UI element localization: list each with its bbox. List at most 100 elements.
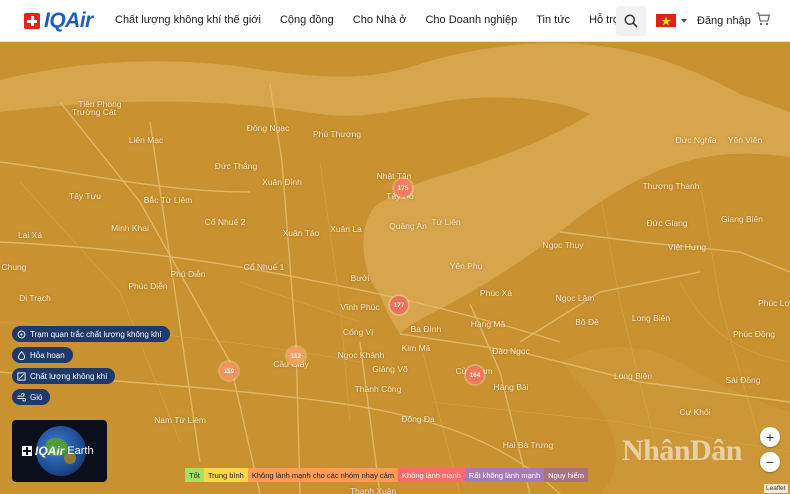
place-label: Cự Khối bbox=[679, 407, 711, 417]
place-label: Thanh Xuân bbox=[349, 486, 397, 494]
zoom-out-button[interactable]: − bbox=[760, 452, 780, 472]
place-label: Long Biên bbox=[631, 313, 671, 323]
place-label: Thành Công bbox=[354, 384, 402, 394]
wind-icon bbox=[17, 392, 26, 402]
legend-item: Nguy hiểm bbox=[544, 468, 588, 482]
place-label: Nam Từ Liêm bbox=[154, 415, 206, 425]
place-label: Xuân Đỉnh bbox=[262, 177, 302, 187]
place-label: Liên Mạc bbox=[128, 135, 164, 145]
place-label: Sài Đồng bbox=[725, 375, 761, 385]
legend-item: Không lành mạnh cho các nhóm nhạy cảm bbox=[247, 468, 399, 482]
place-label: Xuân Tảo bbox=[282, 228, 320, 238]
place-label: Ngọc Thụy bbox=[542, 240, 584, 250]
top-navigation-bar: IQAir Chất lượng không khí thế giới Cộng… bbox=[0, 0, 790, 42]
place-label: Yên Viên bbox=[727, 135, 763, 145]
aqi-station-marker[interactable]: 164 bbox=[466, 366, 484, 384]
place-label: Cổ Nhuế 1 bbox=[243, 262, 285, 272]
air-quality-toggle-label: Chất lượng không khí bbox=[30, 371, 108, 381]
air-quality-icon bbox=[17, 371, 26, 381]
place-label: Đức Giang bbox=[646, 218, 688, 228]
logo-text: IQAir bbox=[44, 9, 93, 32]
wind-toggle-button[interactable]: Gió bbox=[12, 389, 51, 405]
place-label: Quảng An bbox=[389, 221, 427, 231]
place-label: Cổ Nhuế 2 bbox=[204, 217, 246, 227]
place-label: Phú Diễn bbox=[170, 269, 206, 279]
place-label: Yên Phụ bbox=[449, 261, 483, 271]
place-label: Bồ Đề bbox=[575, 317, 599, 327]
vietnam-flag-icon[interactable] bbox=[656, 14, 676, 27]
iqair-logo[interactable]: IQAir bbox=[24, 9, 93, 32]
main-nav: Chất lượng không khí thế giới Cộng đồng … bbox=[115, 14, 639, 26]
swiss-cross-icon bbox=[22, 446, 32, 456]
place-label: Xuân La bbox=[330, 224, 362, 234]
place-label: Giảng Võ bbox=[372, 364, 408, 374]
cart-icon[interactable] bbox=[756, 12, 770, 26]
earth-brand-text: IQAir bbox=[35, 444, 65, 458]
map-base-layer bbox=[0, 42, 790, 494]
nav-community[interactable]: Cộng đồng bbox=[280, 14, 334, 26]
login-link[interactable]: Đăng nhập bbox=[697, 15, 751, 27]
place-label: Tây Tựu bbox=[69, 191, 101, 201]
nav-for-home[interactable]: Cho Nhà ở bbox=[353, 14, 407, 26]
wind-toggle-label: Gió bbox=[30, 392, 43, 402]
place-label: Phúc Xá bbox=[479, 288, 513, 298]
leaflet-attribution-link[interactable]: Leaflet bbox=[764, 484, 788, 493]
place-label: Đào Ngọc bbox=[492, 346, 530, 356]
place-label: Đống Đa bbox=[401, 414, 435, 424]
place-label: Thượng Thanh bbox=[642, 181, 700, 191]
place-label: Chung bbox=[1, 262, 27, 272]
place-label: Việt Hưng bbox=[667, 242, 707, 252]
iqair-earth-button[interactable]: IQAir Earth bbox=[12, 420, 107, 482]
legend-item: Rất không lành mạnh bbox=[464, 468, 545, 482]
aqi-station-marker[interactable]: 177 bbox=[390, 296, 408, 314]
nav-world-air-quality[interactable]: Chất lượng không khí thế giới bbox=[115, 14, 261, 26]
earth-suffix-text: Earth bbox=[67, 445, 94, 457]
nhandan-watermark: NhânDân bbox=[622, 434, 742, 467]
place-label: Giang Biên bbox=[720, 214, 764, 224]
place-label: Tứ Liên bbox=[431, 217, 461, 227]
zoom-in-button[interactable]: + bbox=[760, 427, 780, 447]
fires-toggle-button[interactable]: Hỏa hoạn bbox=[12, 347, 73, 363]
place-label: Đức Thắng bbox=[214, 161, 258, 171]
place-label: Phúc Diễn bbox=[128, 281, 168, 291]
fires-toggle-label: Hỏa hoạn bbox=[30, 350, 65, 360]
search-icon bbox=[624, 14, 638, 28]
nav-news[interactable]: Tin tức bbox=[536, 14, 570, 26]
aqi-station-marker[interactable]: 119 bbox=[220, 362, 238, 380]
place-label: Ba Đình bbox=[410, 324, 442, 334]
place-label: Hàng Bài bbox=[493, 382, 529, 392]
place-label: Phúc Lợi bbox=[758, 298, 790, 308]
place-label: Ngọc Khánh bbox=[337, 350, 385, 360]
aqi-station-marker[interactable]: 112 bbox=[287, 347, 305, 365]
legend-item: Không lành mạnh bbox=[398, 468, 465, 482]
legend-item: Tốt bbox=[185, 468, 204, 482]
stations-toggle-label: Trạm quan trắc chất lượng không khí bbox=[30, 329, 162, 339]
stations-toggle-button[interactable]: Trạm quan trắc chất lượng không khí bbox=[12, 326, 170, 342]
place-label: Hai Bà Trưng bbox=[502, 440, 554, 450]
place-label: Lai Xá bbox=[17, 230, 43, 240]
place-label: Ngọc Lâm bbox=[555, 293, 595, 303]
place-label: Phúc Đồng bbox=[732, 329, 776, 339]
place-label: Trường Cát bbox=[71, 107, 117, 117]
place-label: Phú Thượng bbox=[313, 129, 361, 139]
place-label: Cống Vị bbox=[342, 327, 374, 337]
search-button[interactable] bbox=[616, 6, 646, 36]
place-label: Vĩnh Phúc bbox=[340, 302, 380, 312]
air-quality-toggle-button[interactable]: Chất lượng không khí bbox=[12, 368, 116, 384]
fire-icon bbox=[17, 350, 26, 360]
place-label: Đức Nghĩa bbox=[675, 135, 717, 145]
place-label: Bưởi bbox=[350, 273, 370, 283]
nav-for-business[interactable]: Cho Doanh nghiệp bbox=[425, 14, 517, 26]
air-quality-map[interactable]: Tiền Phong Trường Cát Đông Ngạc Phú Thượng L… bbox=[0, 42, 790, 494]
station-icon bbox=[17, 330, 26, 338]
language-dropdown-chevron-icon[interactable] bbox=[681, 19, 687, 23]
place-label: Hàng Mã bbox=[470, 319, 506, 329]
aqi-station-marker[interactable]: 175 bbox=[394, 179, 412, 197]
place-label: Kim Mã bbox=[401, 343, 431, 353]
legend-item: Trung bình bbox=[203, 468, 248, 482]
place-label: Bắc Từ Liêm bbox=[143, 195, 193, 205]
place-label: Minh Khai bbox=[111, 223, 149, 233]
swiss-flag-icon bbox=[24, 13, 40, 29]
place-label: Đông Ngạc bbox=[246, 123, 290, 133]
place-label: Long Biên bbox=[613, 371, 653, 381]
